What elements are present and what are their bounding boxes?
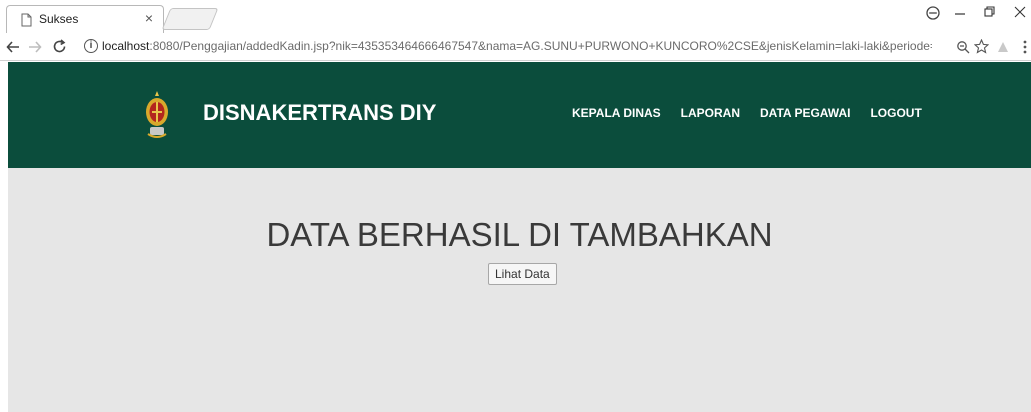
minimize-icon[interactable] [954,12,966,16]
tab-title: Sukses [39,12,79,26]
menu-dots-icon[interactable] [1022,39,1028,55]
url-field[interactable]: i localhost:8080/Penggajian/addedKadin.j… [80,37,960,57]
forward-icon[interactable] [28,40,42,54]
emblem-logo [146,91,168,138]
success-heading: DATA BERHASIL DI TAMBAHKAN [266,216,773,253]
nav-item-kepala-dinas[interactable]: KEPALA DINAS [572,106,661,120]
nav-item-laporan[interactable]: LAPORAN [681,106,740,120]
zoom-icon[interactable] [956,40,970,54]
url-host: localhost [102,39,150,53]
url-text[interactable]: localhost:8080/Penggajian/addedKadin.jsp… [102,39,932,53]
main-content: DATA BERHASIL DI TAMBAHKAN Lihat Data [8,168,1031,412]
address-bar: i localhost:8080/Penggajian/addedKadin.j… [0,34,1031,61]
back-icon[interactable] [6,40,20,54]
nav-menu: KEPALA DINAS LAPORAN DATA PEGAWAI LOGOUT [572,106,942,120]
info-icon[interactable]: i [84,39,98,53]
reload-icon[interactable] [52,39,67,54]
nav-item-data-pegawai[interactable]: DATA PEGAWAI [760,106,850,120]
page-icon [21,13,32,27]
tab-close-icon[interactable]: × [145,10,153,26]
browser-tab-bar: Sukses × [0,0,1031,34]
browser-tab[interactable]: Sukses × [6,5,164,33]
nav-item-logout[interactable]: LOGOUT [870,106,921,120]
profile-icon[interactable] [926,6,940,20]
view-data-button[interactable]: Lihat Data [488,263,557,285]
bookmark-star-icon[interactable] [974,39,989,54]
url-path: :8080/Penggajian/addedKadin.jsp?nik=4353… [149,39,932,53]
site-brand[interactable]: DISNAKERTRANS DIY [203,100,436,126]
new-tab-button[interactable] [161,8,219,30]
close-window-icon[interactable] [1014,6,1026,18]
extension-icon[interactable] [996,40,1010,54]
restore-icon[interactable] [984,6,996,18]
site-navbar: DISNAKERTRANS DIY KEPALA DINAS LAPORAN D… [8,62,1031,168]
